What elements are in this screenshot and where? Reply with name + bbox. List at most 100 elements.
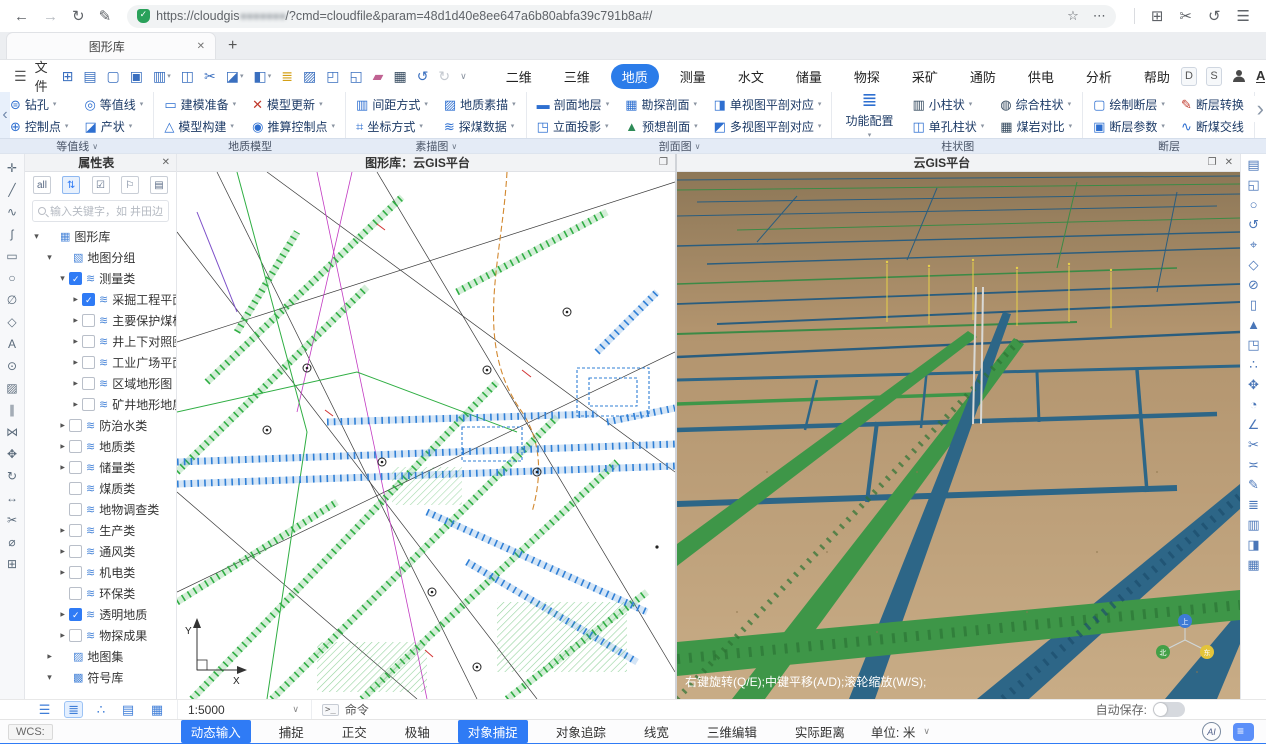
layer-search-input[interactable]: 输入关键字，如 井田边: [32, 200, 169, 222]
forward-icon[interactable]: →: [43, 9, 58, 24]
new-from-template-icon[interactable]: ▤: [83, 68, 96, 85]
tree-item[interactable]: ▾ ≋ 井上下对照图: [25, 331, 176, 352]
elevation-projection-button[interactable]: ◳ 立面投影 ▾: [530, 115, 617, 137]
ribbon-group-label[interactable]: 地质预报: [1255, 138, 1266, 153]
tree-expand-icon[interactable]: ▾: [57, 420, 68, 431]
grid-tool-icon[interactable]: ⊞: [7, 558, 17, 570]
status-toggle-button[interactable]: 正交: [332, 720, 377, 743]
menu-tab[interactable]: 分析: [1075, 64, 1123, 89]
node-link-view-icon[interactable]: ∴: [94, 702, 108, 717]
close-icon[interactable]: ✕: [1225, 157, 1233, 168]
ribbon-group-label[interactable]: 地质模型: [154, 138, 346, 153]
predicted-section-button[interactable]: ▲ 预想剖面 ▾: [618, 115, 704, 137]
menu-tab[interactable]: 三维: [553, 64, 601, 89]
status-toggle-button[interactable]: 动态输入: [181, 720, 251, 743]
menu-tab[interactable]: 水文: [727, 64, 775, 89]
layer-checkbox[interactable]: [69, 461, 82, 474]
offset-tool-icon[interactable]: ∥: [9, 404, 15, 416]
point-tool-icon[interactable]: ⊙: [7, 360, 17, 372]
tree-expand-icon[interactable]: ▾: [70, 315, 81, 326]
layer-checkbox[interactable]: [69, 419, 82, 432]
save-icon[interactable]: ▣: [130, 68, 143, 85]
section-strata-button[interactable]: ▬ 剖面地层 ▾: [530, 93, 617, 115]
user-avatar-icon[interactable]: [1231, 68, 1247, 84]
document-view-icon[interactable]: ▤: [119, 702, 137, 717]
circle-select-icon[interactable]: ○: [1250, 198, 1258, 211]
mirror-tool-icon[interactable]: ⋈: [6, 426, 18, 438]
tree-item[interactable]: ▾ ▩ 符号库: [25, 667, 176, 688]
trim-tool-icon[interactable]: ✂: [7, 514, 17, 526]
tree-expand-icon[interactable]: ▾: [70, 336, 81, 347]
tree-expand-icon[interactable]: ▾: [70, 378, 81, 389]
viewport-2d-header[interactable]: 图形库：云GIS平台 ❐: [177, 154, 675, 172]
tree-expand-icon[interactable]: ▾: [70, 399, 81, 410]
tree-item[interactable]: ▾ ≋ 通风类: [25, 541, 176, 562]
pyramid-icon[interactable]: ▲: [1247, 318, 1260, 331]
rectangle-tool-icon[interactable]: ▭: [6, 250, 17, 262]
browser-tab[interactable]: 图形库 ✕: [6, 32, 216, 59]
more-icon[interactable]: ⋯: [1093, 8, 1106, 24]
menu-tab[interactable]: 帮助: [1133, 64, 1181, 89]
menu-tab[interactable]: 供电: [1017, 64, 1065, 89]
tree-item[interactable]: ▾ ≋ 防治水类: [25, 415, 176, 436]
menu-tab[interactable]: 测量: [669, 64, 717, 89]
all-fields-filter-icon[interactable]: all: [33, 176, 51, 194]
attitude-button[interactable]: ◪ 产状 ▾: [77, 115, 150, 137]
measure-tool-icon[interactable]: ⌀: [8, 536, 15, 548]
export-icon[interactable]: ▥▾: [153, 68, 171, 85]
unit-select[interactable]: 单位: 米 ∨: [871, 722, 930, 741]
map-canvas-2d[interactable]: Y X: [177, 172, 675, 699]
model-box-icon[interactable]: ◇: [1249, 258, 1259, 271]
cut-icon[interactable]: ✂: [204, 68, 216, 85]
back-icon[interactable]: ←: [14, 9, 29, 24]
fault-coal-intersection-button[interactable]: ∿ 断煤交线: [1174, 115, 1251, 137]
map-canvas-3d[interactable]: 右键旋转(Q/E);中键平移(A/D);滚轮缩放(W/S); 上 北 东: [677, 172, 1240, 699]
stretch-tool-icon[interactable]: ↔: [6, 492, 18, 504]
model-build-button[interactable]: △ 模型构建 ▾: [157, 115, 243, 137]
status-toggle-button[interactable]: 对象追踪: [546, 720, 616, 743]
tree-expand-icon[interactable]: ▾: [70, 357, 81, 368]
move-tool-icon[interactable]: ✥: [7, 448, 17, 460]
copy-icon[interactable]: ◧▾: [253, 68, 271, 85]
layer-checkbox[interactable]: [69, 587, 82, 600]
tree-item[interactable]: ▾ ≋ 机电类: [25, 562, 176, 583]
address-bar[interactable]: https://cloudgis●●●●●●●/?cmd=cloudfile&p…: [127, 5, 1116, 28]
checked-filter-icon[interactable]: ☑: [92, 176, 110, 194]
drill-hole-button[interactable]: ⊜ 钻孔 ▾: [3, 93, 75, 115]
layer-checkbox[interactable]: [82, 356, 95, 369]
box-select-icon[interactable]: ◱: [1247, 178, 1259, 191]
chat-button[interactable]: [1233, 723, 1254, 741]
tree-expand-icon[interactable]: ▾: [57, 567, 68, 578]
open-file-icon[interactable]: ▢: [107, 68, 120, 85]
reload-icon[interactable]: ↻: [72, 9, 85, 24]
d-mode-button[interactable]: D: [1181, 67, 1197, 86]
wcs-field[interactable]: WCS:: [8, 724, 53, 740]
tree-item[interactable]: ▾ ≋ 透明地质: [25, 604, 176, 625]
s-mode-button[interactable]: S: [1206, 67, 1222, 86]
control-points-button[interactable]: ⊕ 控制点 ▾: [3, 115, 75, 137]
bookmark-star-icon[interactable]: ☆: [1067, 8, 1079, 24]
layer-checkbox[interactable]: [82, 293, 95, 306]
layer-stack-icon[interactable]: ≣: [1248, 498, 1259, 511]
maximize-icon[interactable]: ❐: [1208, 157, 1217, 168]
ribbon-scroll-left-icon[interactable]: ‹: [0, 92, 10, 138]
locate-pointer-icon[interactable]: ⚐: [121, 176, 139, 194]
tree-item[interactable]: ▾ ≋ 测量类: [25, 268, 176, 289]
column-chart-icon[interactable]: ▥: [1247, 518, 1259, 531]
tree-item[interactable]: ▾ ≋ 储量类: [25, 457, 176, 478]
layer-checkbox[interactable]: [69, 566, 82, 579]
split-view-icon[interactable]: ◨: [1247, 538, 1259, 551]
menu-tab[interactable]: 采矿: [901, 64, 949, 89]
text-tool-icon[interactable]: A: [8, 338, 16, 350]
tree-item[interactable]: ▾ ▨ 地图集: [25, 646, 176, 667]
multi-view-plan-section-link-button[interactable]: ◩ 多视图平剖对应 ▾: [707, 115, 829, 137]
layer-checkbox[interactable]: [69, 524, 82, 537]
quickbar-overflow-icon[interactable]: ∨: [460, 71, 467, 82]
hatch-tool-icon[interactable]: ▨: [6, 382, 17, 394]
single-view-plan-section-link-button[interactable]: ◨ 单视图平剖对应 ▾: [707, 93, 829, 115]
single-hole-column-button[interactable]: ◫ 单孔柱状 ▾: [905, 115, 991, 137]
tab-close-icon[interactable]: ✕: [197, 41, 205, 52]
composite-column-button[interactable]: ◍ 综合柱状 ▾: [993, 93, 1079, 115]
contour-button[interactable]: ◎ 等值线 ▾: [77, 93, 150, 115]
tree-item[interactable]: ▾ ≋ 生产类: [25, 520, 176, 541]
